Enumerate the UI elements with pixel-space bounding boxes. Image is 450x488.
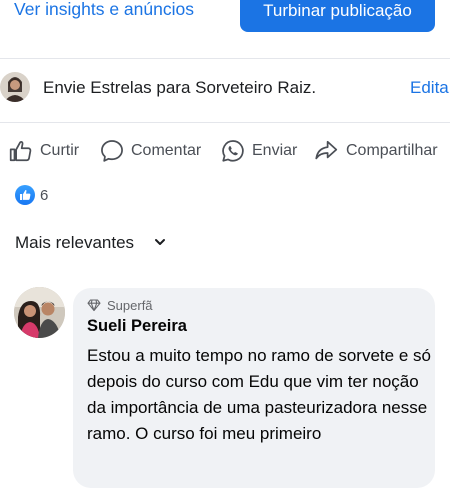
divider xyxy=(0,58,450,59)
comment-sort-dropdown[interactable]: Mais relevantes xyxy=(15,233,165,257)
insights-link[interactable]: Ver insights e anúncios xyxy=(14,0,194,20)
reaction-count: 6 xyxy=(40,187,49,204)
send-stars-row[interactable]: Envie Estrelas para Sorveteiro Raiz. Edi… xyxy=(0,62,450,112)
boost-post-button[interactable]: Turbinar publicação xyxy=(240,0,435,32)
like-label: Curtir xyxy=(40,142,80,159)
comment-text: Estou a muito tempo no ramo de sorvete e… xyxy=(87,346,431,443)
commenter-name[interactable]: Sueli Pereira xyxy=(87,317,187,336)
like-reaction-icon xyxy=(15,185,35,205)
thumbs-up-icon xyxy=(9,140,32,162)
whatsapp-icon xyxy=(222,140,244,162)
diamond-icon xyxy=(87,299,101,312)
divider xyxy=(0,122,450,123)
share-button[interactable]: Compartilhar xyxy=(313,132,448,170)
comment-bubble: Superfã Sueli Pereira Estou a muito temp… xyxy=(73,288,435,488)
comment-icon xyxy=(101,140,123,162)
chevron-down-icon xyxy=(155,239,165,245)
share-label: Compartilhar xyxy=(346,142,438,159)
send-stars-prompt: Envie Estrelas para Sorveteiro Raiz. xyxy=(43,78,317,97)
share-icon xyxy=(315,140,338,160)
edit-link[interactable]: Edita xyxy=(410,78,449,98)
comment-label: Comentar xyxy=(131,142,202,159)
commenter-avatar[interactable] xyxy=(14,287,65,338)
sort-label: Mais relevantes xyxy=(15,233,135,252)
like-button[interactable]: Curtir xyxy=(8,132,88,170)
post-header-actions: Ver insights e anúncios Turbinar publica… xyxy=(0,0,450,34)
page-avatar xyxy=(0,72,30,102)
comment-button[interactable]: Comentar xyxy=(99,132,209,170)
boost-post-label: Turbinar publicação xyxy=(263,1,412,20)
send-label: Enviar xyxy=(252,142,298,159)
post-actions: Curtir Comentar Enviar Compartilhar xyxy=(0,132,450,170)
badge-label: Superfã xyxy=(107,298,153,313)
send-button[interactable]: Enviar xyxy=(220,132,300,170)
